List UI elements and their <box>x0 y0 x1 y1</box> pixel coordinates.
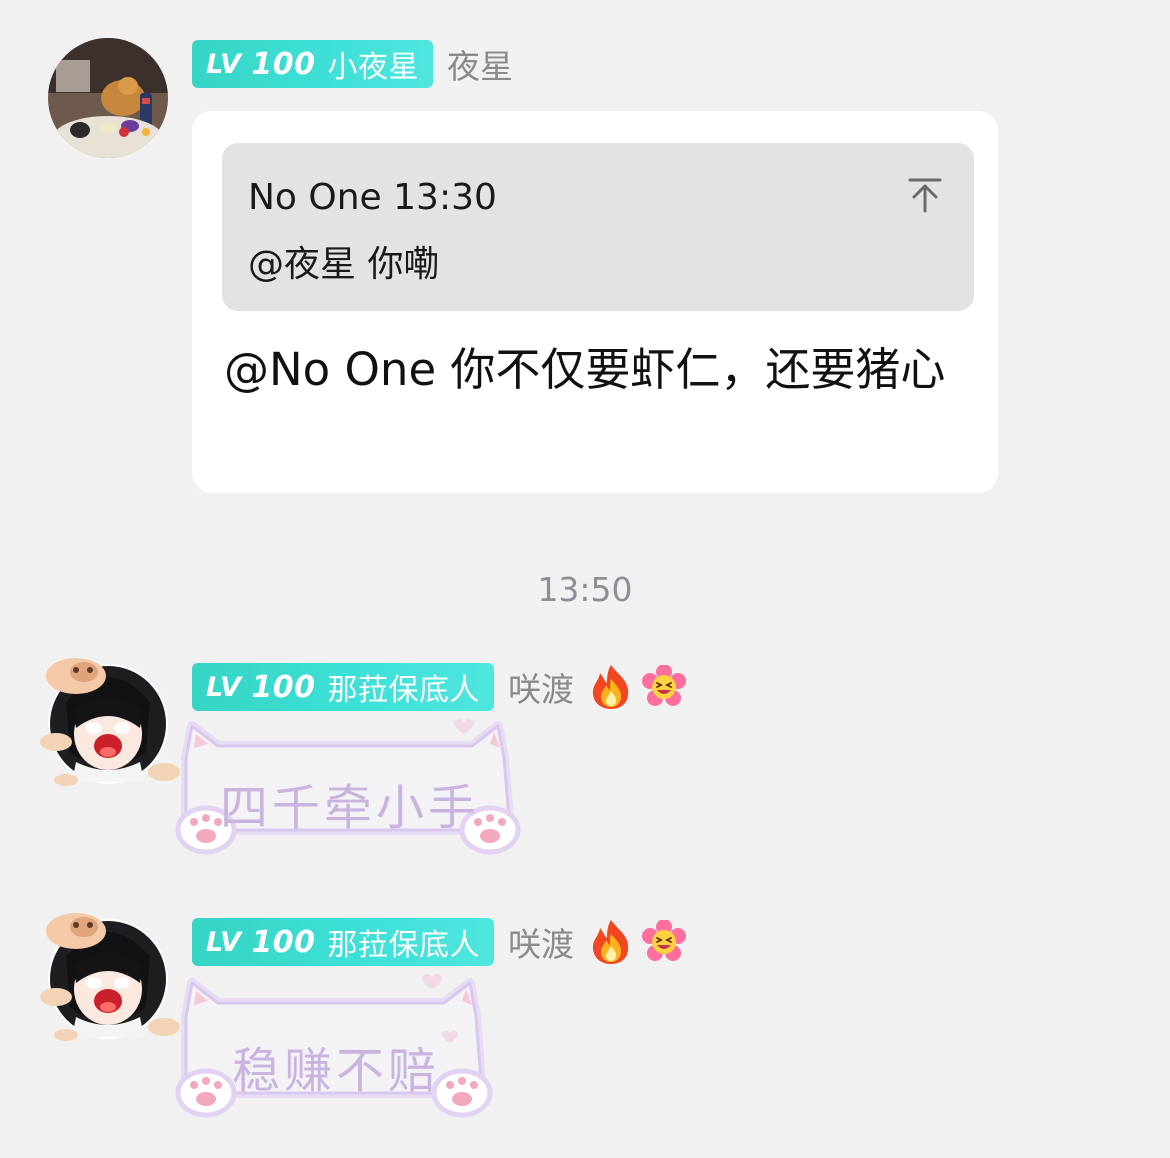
quote-header: No One 13:30 <box>248 177 497 218</box>
sender-nickname[interactable]: 咲渡 <box>508 663 574 711</box>
laughing-flower-icon <box>642 920 687 961</box>
sender-nickname[interactable]: 咲渡 <box>508 918 574 966</box>
chat-message: LV 100 那菈保底人 咲渡 <box>0 895 1170 1135</box>
level-number: 100 <box>251 46 316 82</box>
user-flair-icons <box>588 918 687 966</box>
quoted-reply[interactable]: No One 13:30 @夜星 你嘞 <box>222 143 974 311</box>
avatar-frame-decoration <box>40 658 180 786</box>
level-number: 100 <box>251 924 316 960</box>
badge-title: 那菈保底人 <box>327 928 481 963</box>
quote-text: @夜星 你嘞 <box>248 244 440 285</box>
sticker-caption: 稳赚不赔 <box>232 1043 441 1099</box>
level-prefix: LV <box>206 48 242 80</box>
message-header: LV 100 小夜星 夜星 <box>192 40 513 88</box>
message-text: @No One 你不仅要虾仁，还要猪心 <box>224 343 946 396</box>
chat-message: LV 100 那菈保底人 咲渡 <box>0 640 1170 870</box>
level-prefix: LV <box>206 926 242 958</box>
message-header: LV 100 那菈保底人 咲渡 <box>192 918 687 966</box>
message-bubble[interactable]: No One 13:30 @夜星 你嘞 @No One 你不仅要虾仁，还要猪心 <box>192 111 998 493</box>
user-flair-icons <box>588 663 687 711</box>
level-number: 100 <box>251 669 316 705</box>
chat-message: LV 100 小夜星 夜星 No One 13:30 @夜星 你嘞 @No On… <box>0 0 1170 500</box>
avatar[interactable] <box>48 38 168 158</box>
fire-icon <box>592 665 629 709</box>
level-prefix: LV <box>206 671 242 703</box>
laughing-flower-icon <box>642 665 687 706</box>
sticker-message[interactable]: 稳赚不赔 <box>172 973 496 1123</box>
time-divider: 13:50 <box>537 570 633 609</box>
sticker-message[interactable]: 四千牵小手 <box>172 718 524 860</box>
badge-title: 小夜星 <box>327 50 420 85</box>
level-badge[interactable]: LV 100 那菈保底人 <box>192 918 495 966</box>
fire-icon <box>592 920 629 964</box>
avatar-frame-decoration <box>40 913 180 1041</box>
sticker-caption: 四千牵小手 <box>220 780 481 836</box>
message-header: LV 100 那菈保底人 咲渡 <box>192 663 687 711</box>
avatar-photo <box>48 38 168 158</box>
level-badge[interactable]: LV 100 那菈保底人 <box>192 663 495 711</box>
sender-nickname[interactable]: 夜星 <box>447 40 513 88</box>
level-badge[interactable]: LV 100 小夜星 <box>192 40 434 88</box>
badge-title: 那菈保底人 <box>327 673 481 708</box>
jump-to-original-icon[interactable] <box>908 177 942 213</box>
